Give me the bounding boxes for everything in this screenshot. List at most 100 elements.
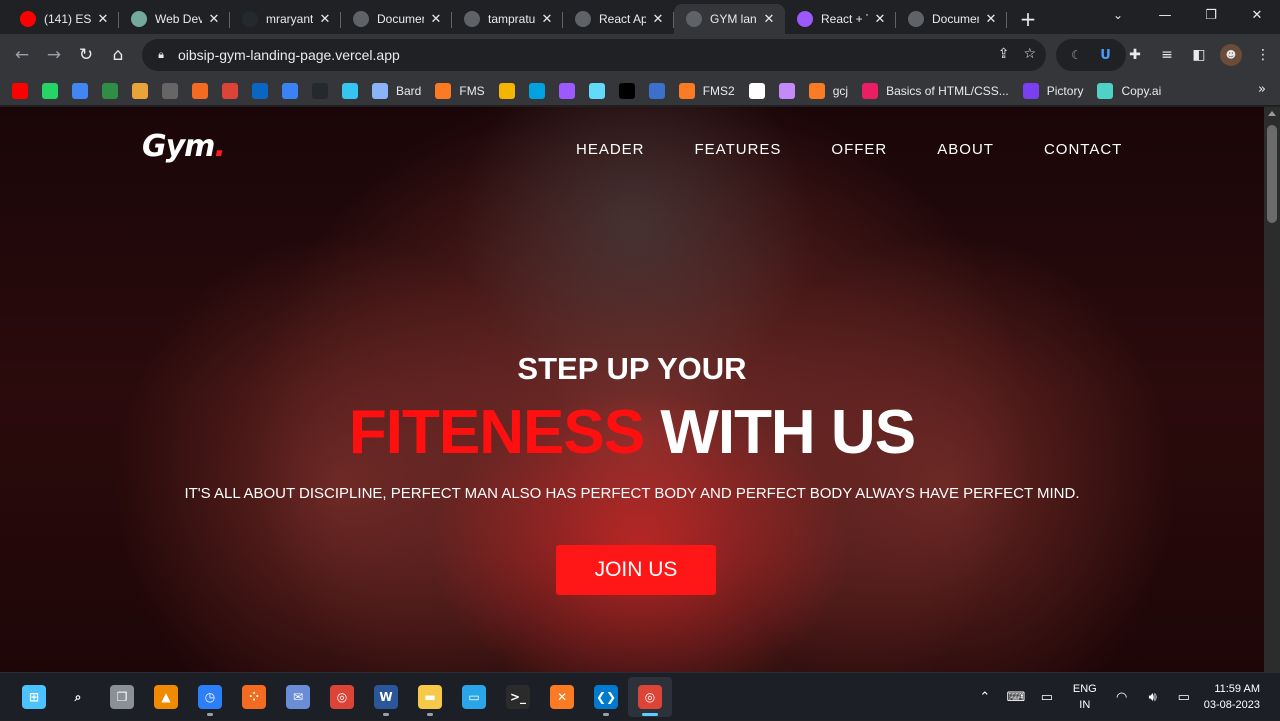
home-icon[interactable]: ⌂: [102, 39, 134, 71]
bookmark-item[interactable]: [618, 82, 635, 99]
bookmark-item[interactable]: [42, 82, 58, 99]
nav-link-features[interactable]: FEATURES: [695, 141, 782, 158]
bookmark-item[interactable]: [748, 82, 765, 99]
bookmark-item[interactable]: [778, 82, 795, 99]
restore-icon[interactable]: ❐: [1188, 0, 1234, 30]
menu-dots-icon[interactable]: ⋮: [1252, 44, 1274, 66]
nav-link-offer[interactable]: OFFER: [831, 141, 887, 158]
bookmark-item[interactable]: [282, 82, 298, 99]
minimize-icon[interactable]: —: [1142, 0, 1188, 30]
taskbar-app[interactable]: ❮❯: [584, 677, 628, 717]
taskbar-app[interactable]: ▲: [144, 677, 188, 717]
browser-tab[interactable]: mraryant ✕: [230, 4, 341, 34]
browser-tab[interactable]: tampratu ✕: [452, 4, 563, 34]
bookmark-item[interactable]: [132, 82, 148, 99]
address-bar[interactable]: 🔒︎ oibsip-gym-landing-page.vercel.app ⇪ …: [142, 39, 1046, 71]
tab-search-icon[interactable]: ⌄: [1104, 4, 1132, 26]
lock-icon[interactable]: 🔒︎: [154, 48, 168, 62]
nav-link-contact[interactable]: CONTACT: [1044, 141, 1122, 158]
bookmarks-overflow-icon[interactable]: »: [1258, 82, 1266, 97]
taskbar-app[interactable]: ⁘: [232, 677, 276, 717]
bookmark-item[interactable]: gcj: [808, 82, 848, 99]
taskbar-app[interactable]: ◷: [188, 677, 232, 717]
bookmark-item[interactable]: [498, 82, 515, 99]
bookmark-item[interactable]: FMS2: [678, 82, 735, 99]
taskbar-app[interactable]: W: [364, 677, 408, 717]
browser-tab[interactable]: Web Dev ✕: [119, 4, 230, 34]
new-tab-button[interactable]: +: [1013, 4, 1043, 34]
page-scrollbar[interactable]: [1264, 107, 1280, 672]
nav-link-header[interactable]: HEADER: [576, 141, 645, 158]
scroll-thumb[interactable]: [1267, 125, 1277, 223]
taskbar-app[interactable]: ⌕: [56, 677, 100, 717]
volume-icon[interactable]: 🔊︎: [1142, 689, 1164, 705]
logo-text[interactable]: Gym: [142, 129, 215, 164]
language-indicator[interactable]: ENG IN: [1073, 681, 1097, 713]
keyboard-icon[interactable]: ⌨: [1005, 689, 1027, 705]
bookmark-item[interactable]: [588, 82, 605, 99]
bookmark-item[interactable]: FMS: [435, 82, 485, 99]
taskbar-app[interactable]: ◎: [628, 677, 672, 717]
puzzle-extensions-icon[interactable]: ✚: [1124, 44, 1146, 66]
forward-icon[interactable]: →: [38, 39, 70, 71]
bookmark-item[interactable]: [528, 82, 545, 99]
browser-tab[interactable]: Documen ✕: [896, 4, 1007, 34]
bookmark-item[interactable]: [342, 82, 358, 99]
bookmark-item[interactable]: [12, 82, 28, 99]
side-panel-icon[interactable]: ◧: [1188, 44, 1210, 66]
browser-tab[interactable]: Documen ✕: [341, 4, 452, 34]
close-window-icon[interactable]: ✕: [1234, 0, 1280, 30]
media-control-icon[interactable]: ≡: [1156, 44, 1178, 66]
close-tab-icon[interactable]: ✕: [650, 11, 666, 27]
taskbar-app[interactable]: >_: [496, 677, 540, 717]
bookmark-item[interactable]: Bard: [372, 82, 421, 99]
clock[interactable]: 11:59 AM 03-08-2023: [1204, 681, 1260, 713]
close-tab-icon[interactable]: ✕: [95, 11, 111, 27]
bookmark-item[interactable]: [192, 82, 208, 99]
scroll-up-icon[interactable]: [1268, 111, 1276, 116]
battery-icon[interactable]: ▭: [1173, 689, 1195, 705]
close-tab-icon[interactable]: ✕: [539, 11, 555, 27]
bookmark-item[interactable]: [162, 82, 178, 99]
browser-tab[interactable]: GYM lanc ✕: [674, 4, 785, 34]
bookmark-item[interactable]: [312, 82, 328, 99]
u-extension-icon[interactable]: U: [1100, 48, 1111, 63]
display-icon[interactable]: ▭: [1036, 689, 1058, 705]
close-tab-icon[interactable]: ✕: [872, 11, 888, 27]
bookmark-star-icon[interactable]: ☆: [1023, 46, 1036, 62]
wifi-icon[interactable]: ◠: [1111, 689, 1133, 705]
bookmark-item[interactable]: [558, 82, 575, 99]
close-tab-icon[interactable]: ✕: [206, 11, 222, 27]
taskbar-app[interactable]: ▬: [408, 677, 452, 717]
bookmark-item[interactable]: [222, 82, 238, 99]
browser-tab[interactable]: React + T ✕: [785, 4, 896, 34]
taskbar-app[interactable]: ◎: [320, 677, 364, 717]
nav-link-about[interactable]: ABOUT: [937, 141, 994, 158]
bookmark-item[interactable]: [72, 82, 88, 99]
bookmark-item[interactable]: [648, 82, 665, 99]
bookmark-item[interactable]: [102, 82, 118, 99]
taskbar-app[interactable]: ✉: [276, 677, 320, 717]
browser-tab[interactable]: React Ap ✕: [563, 4, 674, 34]
back-icon[interactable]: ←: [6, 39, 38, 71]
bookmark-item[interactable]: Copy.ai: [1097, 82, 1161, 99]
close-tab-icon[interactable]: ✕: [761, 11, 777, 27]
profile-avatar[interactable]: ☻: [1220, 44, 1242, 66]
taskbar-app[interactable]: ✕: [540, 677, 584, 717]
share-icon[interactable]: ⇪: [998, 46, 1010, 62]
bookmark-item[interactable]: [252, 82, 268, 99]
bookmark-item[interactable]: Basics of HTML/CSS...: [862, 82, 1009, 99]
taskbar-app[interactable]: ▭: [452, 677, 496, 717]
close-tab-icon[interactable]: ✕: [983, 11, 999, 27]
taskbar-app[interactable]: ❐: [100, 677, 144, 717]
close-tab-icon[interactable]: ✕: [428, 11, 444, 27]
site-logo[interactable]: Gym.: [142, 129, 226, 164]
close-tab-icon[interactable]: ✕: [317, 11, 333, 27]
join-us-button[interactable]: JOIN US: [556, 545, 716, 595]
tray-chevron-icon[interactable]: ⌃: [974, 689, 996, 705]
reload-icon[interactable]: ↻: [70, 39, 102, 71]
taskbar-app[interactable]: ⊞: [12, 677, 56, 717]
browser-tab[interactable]: (141) ES6 ✕: [8, 4, 119, 34]
moon-icon[interactable]: ☾: [1071, 48, 1082, 62]
bookmark-item[interactable]: Pictory: [1022, 82, 1083, 99]
